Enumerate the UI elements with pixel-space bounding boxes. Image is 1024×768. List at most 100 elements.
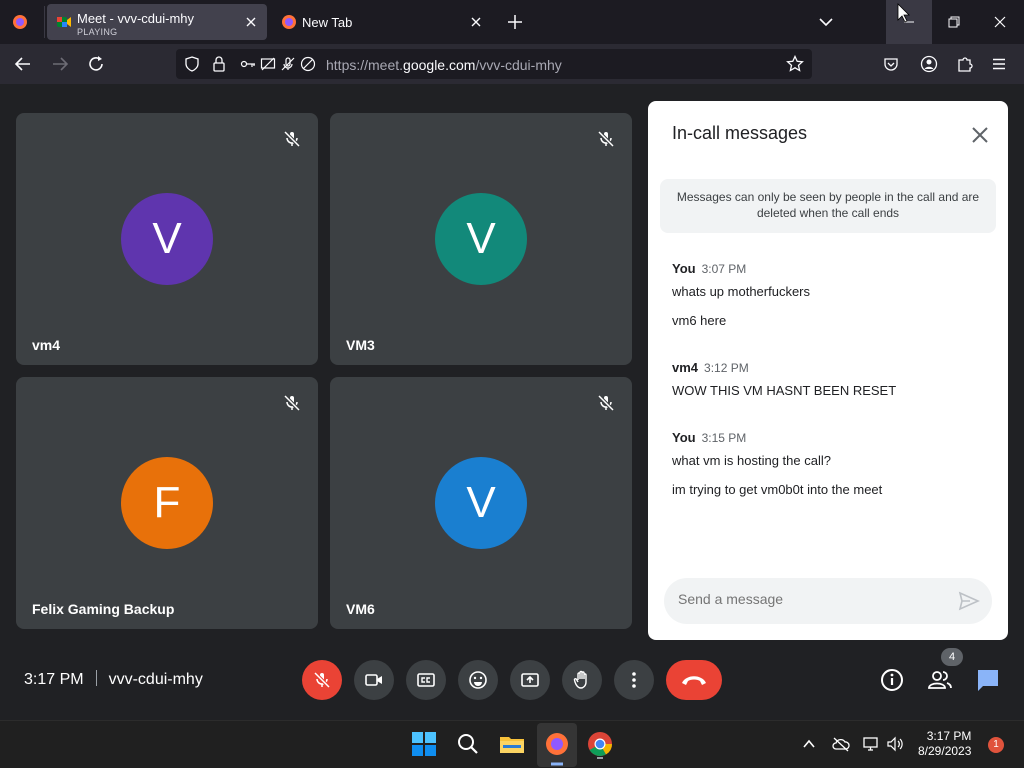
- present-screen-button[interactable]: [510, 660, 550, 700]
- message-group: You 3:15 PM what vm is hosting the call? …: [672, 429, 992, 497]
- back-arrow-icon[interactable]: [14, 55, 32, 73]
- reload-icon[interactable]: [87, 55, 105, 73]
- avatar: V: [121, 193, 213, 285]
- muted-mic-icon: [282, 393, 302, 413]
- volume-speaker-icon[interactable]: [887, 736, 905, 752]
- meet-page: V vm4 V VM3 F Felix Gaming Backup V VM6 …: [0, 84, 1024, 720]
- system-clock[interactable]: 3:17 PM 8/29/2023: [918, 729, 971, 759]
- message-text: whats up motherfuckers: [672, 284, 811, 299]
- chat-icon[interactable]: [975, 667, 1001, 693]
- message-text: im trying to get vm0b0t into the meet: [672, 482, 883, 497]
- message-time: 3:07 PM: [701, 262, 747, 276]
- url-text[interactable]: https://meet.google.com/vvv-cdui-mhy: [326, 57, 562, 73]
- more-vertical-icon: [632, 672, 636, 688]
- mouse-cursor-icon: [897, 3, 910, 23]
- in-call-messages-panel: In-call messages Messages can only be se…: [648, 101, 1008, 640]
- message-sender: You: [672, 261, 696, 276]
- participant-name: vm4: [32, 337, 61, 353]
- minimize-button[interactable]: [886, 0, 932, 44]
- participant-name: VM3: [346, 337, 375, 353]
- participant-name: Felix Gaming Backup: [32, 601, 175, 617]
- leave-call-button[interactable]: [666, 660, 722, 700]
- screen-share-blocked-icon[interactable]: [260, 56, 276, 72]
- closed-captions-icon: [417, 673, 435, 687]
- clock-time: 3:17 PM: [926, 729, 972, 743]
- send-message-input[interactable]: [678, 591, 938, 607]
- participant-tile-vm6[interactable]: V VM6: [330, 377, 632, 629]
- chrome-icon[interactable]: [587, 731, 615, 759]
- message-text: vm6 here: [672, 313, 727, 328]
- muted-mic-icon: [596, 129, 616, 149]
- people-count-badge: 4: [941, 648, 963, 666]
- send-icon[interactable]: [958, 590, 980, 612]
- mic-off-icon: [313, 671, 331, 689]
- camera-icon: [365, 674, 382, 686]
- account-icon[interactable]: [920, 55, 938, 73]
- tab-close-icon[interactable]: [243, 14, 259, 30]
- lock-icon[interactable]: [212, 56, 226, 72]
- people-icon[interactable]: [927, 667, 953, 693]
- tab-close-icon[interactable]: [468, 14, 484, 30]
- maximize-button[interactable]: [946, 14, 962, 30]
- windows-taskbar: 3:17 PM 8/29/2023 1: [0, 720, 1024, 768]
- start-windows-icon[interactable]: [411, 731, 439, 759]
- tab-title: Meet - vvv-cdui-mhy: [77, 11, 195, 26]
- firefox-icon: [546, 733, 568, 766]
- meeting-time: 3:17 PM: [24, 671, 84, 688]
- captions-button[interactable]: [406, 660, 446, 700]
- participant-tile-vm4[interactable]: V vm4: [16, 113, 318, 365]
- autoplay-blocked-icon[interactable]: [300, 56, 316, 72]
- toggle-microphone-button[interactable]: [302, 660, 342, 700]
- list-tabs-chevron-down-icon[interactable]: [817, 13, 835, 31]
- participant-tile-vm3[interactable]: V VM3: [330, 113, 632, 365]
- chat-panel-title: In-call messages: [672, 123, 808, 143]
- new-tab-plus-icon[interactable]: [506, 13, 524, 31]
- avatar: V: [435, 457, 527, 549]
- file-explorer-folder-icon[interactable]: [499, 731, 527, 759]
- participant-name: VM6: [346, 601, 375, 617]
- firefox-taskbar-button[interactable]: [537, 723, 577, 767]
- emoji-reactions-button[interactable]: [458, 660, 498, 700]
- search-icon[interactable]: [455, 731, 483, 759]
- raise-hand-icon: [573, 670, 587, 689]
- participant-tile-felix[interactable]: F Felix Gaming Backup: [16, 377, 318, 629]
- onedrive-cloud-offline-icon[interactable]: [832, 736, 850, 752]
- muted-mic-icon: [282, 129, 302, 149]
- show-hidden-icons-chevron-up-icon[interactable]: [802, 737, 816, 751]
- notification-count-badge[interactable]: 1: [988, 737, 1004, 753]
- message-input-box[interactable]: [664, 578, 992, 624]
- tab-meet[interactable]: Meet - vvv-cdui-mhy PLAYING: [47, 4, 267, 40]
- meeting-details: 3:17 PM vvv-cdui-mhy: [24, 670, 203, 689]
- toggle-camera-button[interactable]: [354, 660, 394, 700]
- more-options-button[interactable]: [614, 660, 654, 700]
- microphone-blocked-icon[interactable]: [280, 56, 296, 72]
- message-group: vm4 3:12 PM WOW THIS VM HASNT BEEN RESET: [672, 359, 992, 398]
- present-screen-icon: [521, 673, 539, 687]
- avatar: F: [121, 457, 213, 549]
- tab-subtitle: PLAYING: [77, 27, 118, 37]
- raise-hand-button[interactable]: [562, 660, 602, 700]
- tracking-protection-shield-icon[interactable]: [184, 56, 200, 72]
- meeting-details-info-icon[interactable]: [879, 667, 905, 693]
- tab-title: New Tab: [302, 15, 353, 30]
- firefox-menu-icon[interactable]: [12, 14, 28, 30]
- message-time: 3:12 PM: [704, 361, 749, 375]
- message-sender: You: [672, 430, 696, 445]
- browser-toolbar: https://meet.google.com/vvv-cdui-mhy: [0, 44, 1024, 84]
- tab-new-tab[interactable]: New Tab: [272, 4, 492, 40]
- message-text: WOW THIS VM HASNT BEEN RESET: [672, 383, 897, 398]
- url-bar[interactable]: https://meet.google.com/vvv-cdui-mhy: [176, 49, 812, 79]
- message-text: what vm is hosting the call?: [672, 453, 831, 468]
- network-icon[interactable]: [863, 736, 881, 752]
- forward-arrow-icon[interactable]: [51, 55, 69, 73]
- extensions-puzzle-icon[interactable]: [956, 55, 974, 73]
- close-window-button[interactable]: [992, 14, 1008, 30]
- message-time: 3:15 PM: [701, 431, 747, 445]
- meeting-code: vvv-cdui-mhy: [108, 671, 203, 688]
- browser-tab-bar: Meet - vvv-cdui-mhy PLAYING New Tab: [0, 0, 1024, 44]
- permissions-key-icon[interactable]: [240, 56, 256, 72]
- close-icon[interactable]: [968, 123, 992, 147]
- pocket-icon[interactable]: [883, 56, 899, 72]
- hamburger-menu-icon[interactable]: [991, 56, 1007, 72]
- bookmark-star-icon[interactable]: [786, 55, 804, 73]
